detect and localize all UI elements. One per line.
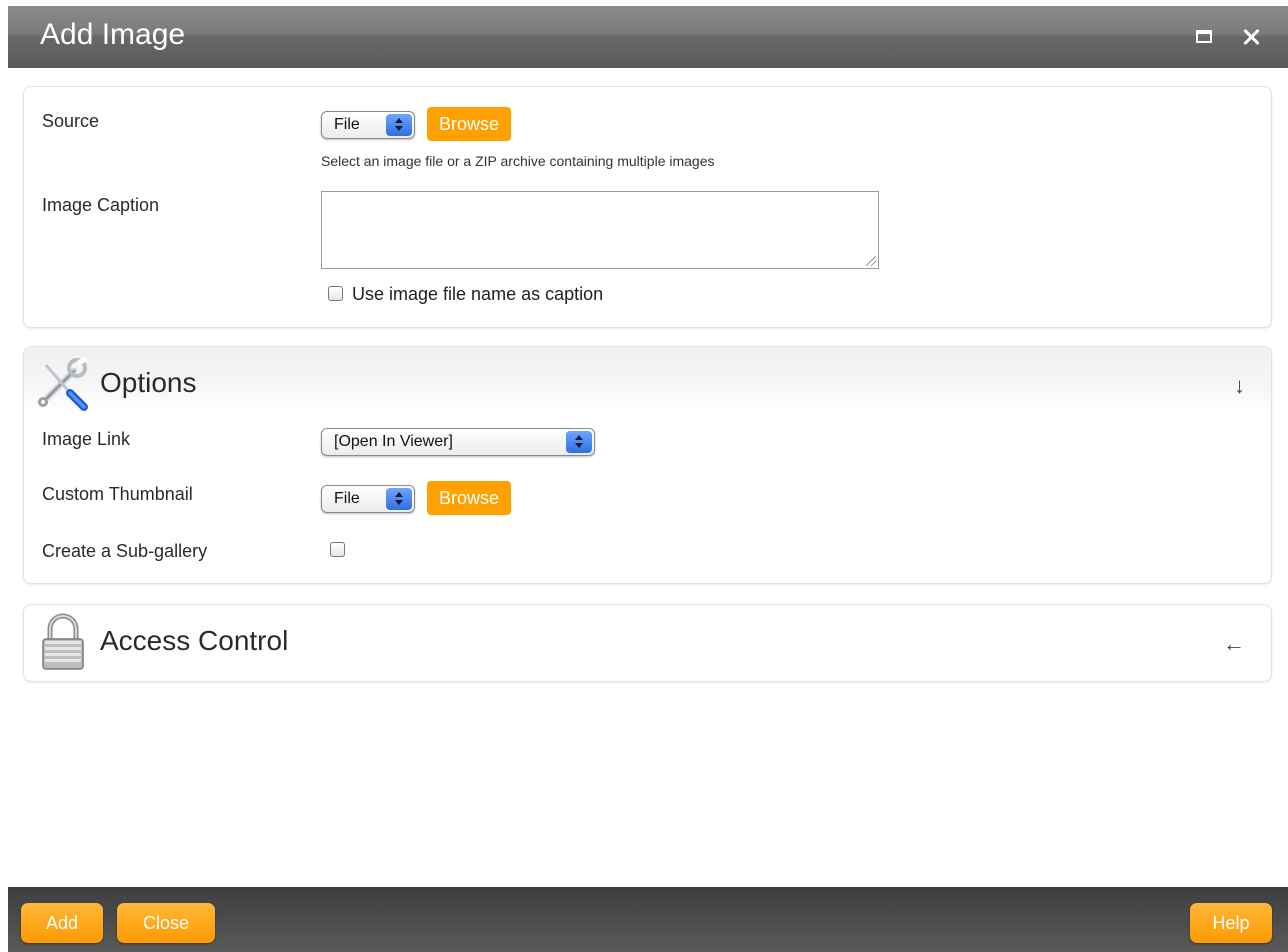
source-select[interactable]: File — [321, 111, 415, 139]
source-label: Source — [42, 111, 100, 131]
tools-icon — [38, 356, 88, 411]
source-select-value: File — [334, 116, 360, 133]
resize-grip-icon[interactable] — [866, 256, 876, 266]
dialog-titlebar: Add Image — [8, 6, 1288, 68]
use-filename-checkbox[interactable] — [328, 286, 343, 301]
maximize-icon[interactable] — [1192, 24, 1218, 50]
thumbnail-label: Custom Thumbnail — [42, 484, 193, 504]
add-button[interactable]: Add — [21, 903, 103, 943]
image-link-select[interactable]: [Open In Viewer] — [321, 428, 595, 456]
thumbnail-select-value: File — [334, 490, 360, 507]
image-link-label: Image Link — [42, 429, 131, 449]
options-toggle-icon[interactable]: ↓ — [1234, 373, 1245, 399]
options-header[interactable]: Options ↓ — [24, 347, 1271, 413]
select-arrows-icon — [386, 488, 412, 510]
dialog-footer: Add Close Help — [8, 887, 1288, 952]
subgallery-label: Create a Sub-gallery — [42, 541, 208, 561]
close-button[interactable]: Close — [117, 903, 215, 943]
access-control-panel[interactable]: Access Control ← — [23, 604, 1272, 682]
source-panel: Source File Browse Select an image file … — [23, 86, 1272, 328]
lock-icon — [42, 613, 84, 670]
select-arrows-icon — [386, 114, 412, 136]
options-panel: Options ↓ Image Link [Open In Viewer] Cu… — [23, 346, 1272, 584]
caption-textarea[interactable] — [321, 191, 879, 269]
close-icon[interactable] — [1238, 24, 1264, 50]
thumbnail-select[interactable]: File — [321, 485, 415, 513]
thumbnail-browse-button[interactable]: Browse — [427, 481, 512, 515]
dialog-title: Add Image — [40, 18, 186, 51]
use-filename-label[interactable]: Use image file name as caption — [352, 284, 603, 305]
subgallery-checkbox[interactable] — [330, 542, 345, 557]
image-link-value: [Open In Viewer] — [334, 433, 453, 450]
options-title: Options — [100, 367, 197, 398]
caption-label: Image Caption — [42, 195, 160, 215]
browse-button[interactable]: Browse — [427, 107, 512, 141]
access-control-toggle-icon[interactable]: ← — [1223, 631, 1245, 657]
access-control-title: Access Control — [100, 625, 289, 656]
help-button[interactable]: Help — [1190, 903, 1272, 943]
select-arrows-icon — [566, 431, 592, 453]
source-hint: Select an image file or a ZIP archive co… — [321, 153, 715, 169]
